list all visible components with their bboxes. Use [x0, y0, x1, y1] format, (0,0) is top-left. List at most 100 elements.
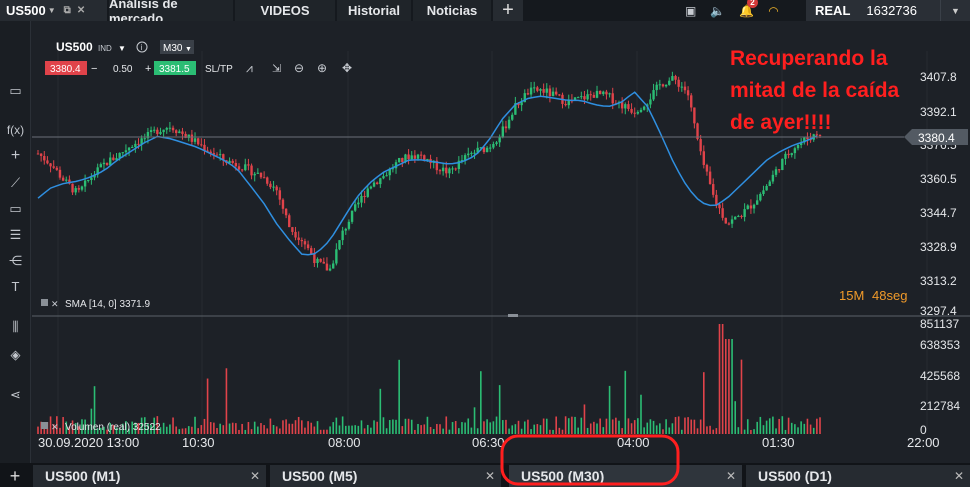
chevron-down-icon[interactable]: ▼ — [48, 6, 56, 15]
sma-close-icon[interactable]: ✕ — [51, 299, 59, 309]
sltp-button[interactable]: SL/TP — [205, 64, 233, 75]
function-icon[interactable]: f(x) — [0, 123, 31, 137]
candle-body — [724, 217, 727, 224]
candle-body — [80, 186, 84, 190]
text-icon[interactable]: T — [0, 279, 31, 294]
volume-bar — [269, 418, 272, 434]
candle-body — [350, 210, 354, 222]
account-mode: REAL — [815, 3, 851, 18]
notifications-button[interactable]: 🔔 2 — [739, 0, 758, 18]
candle-body — [200, 144, 203, 146]
volume-close-icon[interactable]: ✕ — [51, 422, 59, 432]
volume-bar — [162, 422, 165, 434]
chart-tab-m5[interactable]: US500 (M5) ✕ — [270, 465, 501, 487]
close-icon[interactable]: ✕ — [250, 469, 260, 483]
move-icon[interactable]: ✥ — [342, 61, 352, 75]
instrument-label: US500 — [6, 3, 46, 18]
chart-tab-m1[interactable]: US500 (M1) ✕ — [33, 465, 266, 487]
sma-settings-icon[interactable] — [41, 299, 48, 306]
candle-body — [529, 87, 533, 95]
volume-bar — [423, 424, 426, 434]
layers-icon[interactable]: ◈ — [0, 347, 31, 363]
price-chart[interactable]: 3407.8 3392.1 3376.5 3360.5 3344.7 3328.… — [32, 21, 970, 463]
candle-body — [313, 254, 316, 264]
zoom-fit-icon[interactable]: ⇲ — [272, 63, 281, 75]
volume-bar — [241, 423, 243, 434]
indicators-icon[interactable]: ⫼ — [0, 319, 31, 335]
close-icon[interactable]: ✕ — [77, 5, 85, 16]
tab-market-analysis[interactable]: Análisis de mercado — [109, 0, 233, 26]
trendline-icon[interactable]: ⟋ — [0, 175, 31, 191]
add-tab-button[interactable]: + — [493, 0, 523, 21]
candle-body — [275, 186, 278, 191]
volume-bar — [379, 388, 382, 434]
volume-bar — [279, 428, 281, 434]
chart-type-icon[interactable]: ▭ — [0, 83, 31, 99]
line-chart-icon[interactable]: ⩘ — [246, 61, 253, 75]
volume-settings-icon[interactable] — [41, 422, 48, 429]
add-chart-button[interactable]: + — [0, 465, 30, 487]
popout-icon[interactable]: ⧉ — [64, 5, 71, 16]
volume-bar — [319, 429, 322, 434]
volume-bar — [392, 419, 394, 434]
volume-bar — [640, 394, 642, 434]
close-icon[interactable]: ✕ — [726, 469, 736, 483]
volume-bar — [200, 425, 203, 434]
tab-news[interactable]: Noticias — [413, 0, 491, 21]
volume-bar — [376, 421, 378, 434]
price-tick: 3313.2 — [920, 274, 957, 288]
chart-area[interactable]: 3407.8 3392.1 3376.5 3360.5 3344.7 3328.… — [32, 21, 970, 463]
account-selector[interactable]: REAL 1632736 — [806, 0, 940, 21]
tab-history[interactable]: Historial — [337, 0, 411, 21]
candle-body — [473, 152, 476, 154]
volume-bar — [470, 427, 473, 434]
volume-bar — [401, 426, 404, 434]
volume-bar — [382, 417, 385, 434]
volume-bar — [366, 424, 369, 434]
chevron-down-icon[interactable]: ▼ — [940, 0, 970, 21]
layout-icon[interactable]: ▣ — [685, 4, 696, 18]
chart-symbol[interactable]: US500 — [56, 40, 93, 54]
panel-resize-handle[interactable] — [508, 314, 518, 317]
volume-bar — [790, 422, 793, 434]
chart-tab-d1[interactable]: US500 (D1) ✕ — [746, 465, 970, 487]
candle-body — [310, 248, 313, 255]
close-icon[interactable]: ✕ — [485, 469, 495, 483]
sound-icon[interactable]: 🔈 — [710, 4, 725, 18]
plus-button[interactable]: + — [145, 63, 151, 75]
pitchfork-icon[interactable]: ⋲ — [0, 253, 31, 269]
volume-bar — [404, 418, 407, 434]
volume-bar — [326, 429, 328, 434]
candle-body — [815, 134, 819, 136]
rectangle-icon[interactable]: ▭ — [0, 201, 31, 217]
candle-body — [627, 104, 630, 109]
instrument-tab[interactable]: US500 ▼ ⧉ ✕ — [0, 0, 107, 21]
volume-bar — [759, 416, 762, 434]
volume-bar — [775, 428, 777, 434]
candle-body — [413, 155, 417, 159]
candle-body — [564, 103, 567, 106]
volume-bar — [800, 421, 802, 434]
volume-bar — [803, 423, 806, 434]
zoom-in-icon[interactable]: ⊕ — [317, 61, 327, 75]
volume-value[interactable]: 0.50 — [113, 64, 133, 75]
tab-videos[interactable]: VIDEOS — [235, 0, 335, 21]
candle-body — [602, 91, 605, 95]
volume-bar — [206, 378, 209, 434]
minus-button[interactable]: − — [91, 63, 97, 75]
crosshair-icon[interactable]: + — [0, 147, 31, 165]
tab-label: VIDEOS — [260, 3, 310, 18]
candle-body — [52, 166, 55, 168]
zoom-out-icon[interactable]: ⊖ — [294, 61, 304, 75]
volume-bar — [257, 426, 259, 434]
candle-body — [244, 164, 247, 171]
chevron-down-icon[interactable]: ▼ — [118, 44, 126, 53]
share-icon[interactable]: ⋖ — [0, 387, 31, 403]
candle-body — [542, 89, 545, 93]
fibonacci-icon[interactable]: ☰ — [0, 227, 31, 243]
close-icon[interactable]: ✕ — [954, 469, 964, 483]
toolbar-icons: ▣ 🔈 🔔 2 ◠ — [685, 0, 779, 21]
volume-tick: 425568 — [920, 369, 960, 383]
volume-bar — [351, 425, 353, 434]
candle-body — [595, 90, 599, 98]
